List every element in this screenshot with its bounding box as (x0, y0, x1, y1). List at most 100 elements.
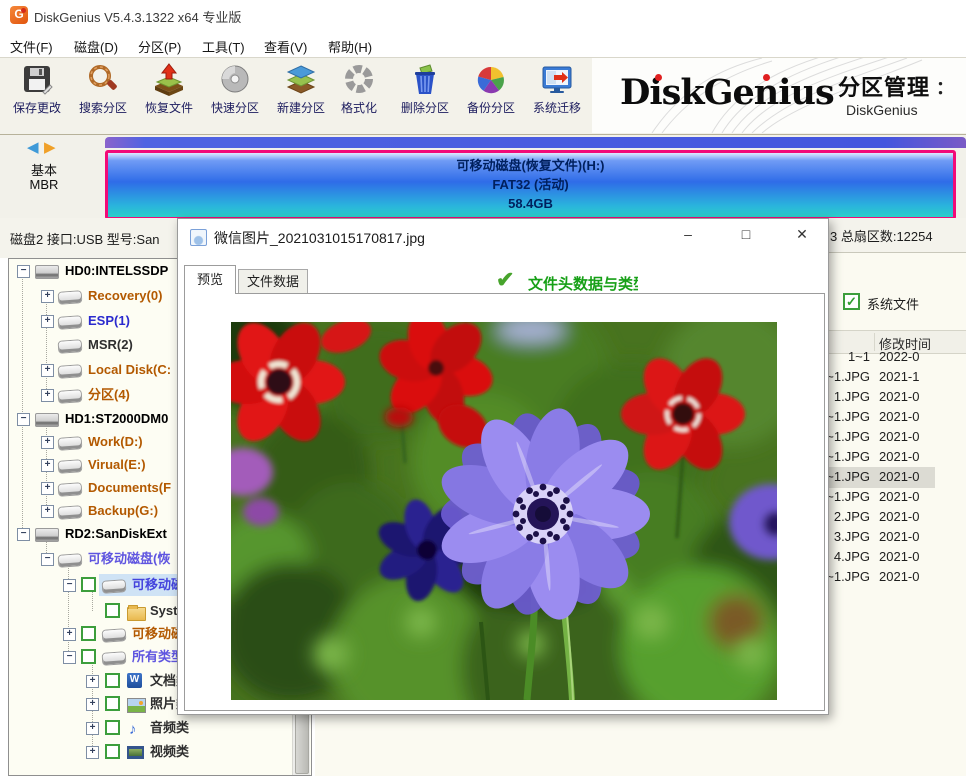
menu-tools[interactable]: 工具(T) (198, 35, 249, 58)
delete-partition-icon (392, 62, 458, 98)
menu-help[interactable]: 帮助(H) (324, 35, 376, 58)
collapse-icon[interactable]: − (63, 579, 76, 592)
tree-checkbox[interactable] (105, 720, 120, 735)
close-button[interactable]: ✕ (779, 219, 825, 251)
maximize-button[interactable]: □ (723, 219, 769, 251)
expand-icon[interactable]: + (86, 675, 99, 688)
next-disk-icon[interactable]: ▶ (44, 138, 56, 156)
expand-icon[interactable]: + (41, 389, 54, 402)
partition-bar[interactable]: 可移动磁盘(恢复文件)(H:) FAT32 (活动) 58.4GB (105, 150, 956, 220)
header-match-text: 文件头数据与类型 (528, 273, 638, 294)
toolbar-label: 恢复文件 (136, 99, 202, 116)
search-partition-button[interactable]: 搜索分区 (70, 62, 136, 132)
system-files-checkbox[interactable]: ✓ (843, 293, 860, 310)
product-tail: ： (936, 74, 954, 100)
quick-partition-button[interactable]: 快速分区 (202, 62, 268, 132)
toolbar-label: 新建分区 (268, 99, 334, 116)
expand-icon[interactable]: + (41, 505, 54, 518)
save-changes-button[interactable]: 保存更改 (4, 62, 70, 132)
partition-fs: FAT32 (活动) (108, 175, 953, 194)
partition-icon (59, 437, 82, 450)
partition-icon (59, 390, 82, 403)
new-partition-button[interactable]: 新建分区 (268, 62, 334, 132)
tab-file-data[interactable]: 文件数据 (238, 269, 308, 294)
expand-icon[interactable]: + (41, 436, 54, 449)
partition-icon (103, 652, 126, 665)
partition-icon (103, 580, 126, 593)
menu-disk[interactable]: 磁盘(D) (70, 35, 122, 58)
collapse-icon[interactable]: − (17, 528, 30, 541)
tree-checkbox[interactable] (105, 673, 120, 688)
disk-map: ◀ ▶ 基本 MBR 可移动磁盘(恢复文件)(H:) FAT32 (活动) 58… (0, 135, 966, 218)
app-icon: G (10, 6, 28, 24)
file-date: 2022-0 (879, 349, 919, 364)
expand-icon[interactable]: + (41, 364, 54, 377)
expand-icon[interactable]: + (86, 746, 99, 759)
film-icon (127, 746, 144, 759)
tree-checkbox[interactable] (81, 577, 96, 592)
file-date: 2021-1 (879, 369, 919, 384)
partition-icon (59, 483, 82, 496)
partition-icon (59, 316, 82, 329)
delete-partition-button[interactable]: 删除分区 (392, 62, 458, 132)
disk-scheme-label: MBR (14, 177, 74, 192)
valid-check-icon: ✔ (496, 267, 514, 293)
menu-bar: 文件(F) 磁盘(D) 分区(P) 工具(T) 查看(V) 帮助(H) (0, 30, 966, 58)
format-button[interactable]: 格式化 (330, 62, 388, 132)
prev-disk-icon[interactable]: ◀ (27, 138, 39, 156)
toolbar-label: 删除分区 (392, 99, 458, 116)
window-title: DiskGenius V5.4.3.1322 x64 专业版 (34, 7, 241, 26)
partition-size: 58.4GB (108, 194, 953, 213)
tree-checkbox[interactable] (105, 603, 120, 618)
menu-partition[interactable]: 分区(P) (134, 35, 185, 58)
partition-icon (59, 340, 82, 353)
expand-icon[interactable]: + (41, 459, 54, 472)
title-bar: G DiskGenius V5.4.3.1322 x64 专业版 (0, 0, 966, 30)
collapse-icon[interactable]: − (17, 265, 30, 278)
partition-icon (59, 506, 82, 519)
expand-icon[interactable]: + (63, 628, 76, 641)
tree-checkbox[interactable] (105, 744, 120, 759)
tree-checkbox[interactable] (105, 696, 120, 711)
expand-icon[interactable]: + (41, 315, 54, 328)
minimize-button[interactable]: – (665, 219, 711, 251)
file-date: 2021-0 (879, 569, 919, 584)
system-migration-icon (524, 62, 590, 98)
tree-line (68, 559, 70, 657)
file-date: 2021-0 (879, 429, 919, 444)
collapse-icon[interactable]: − (63, 651, 76, 664)
tree-checkbox[interactable] (81, 649, 96, 664)
expand-icon[interactable]: + (86, 698, 99, 711)
toolbar-label: 系统迁移 (524, 99, 590, 116)
toolbar-label: 搜索分区 (70, 99, 136, 116)
menu-view[interactable]: 查看(V) (260, 35, 311, 58)
partition-icon (59, 460, 82, 473)
disk-icon (35, 528, 59, 542)
expand-icon[interactable]: + (86, 722, 99, 735)
system-migration-button[interactable]: 系统迁移 (524, 62, 590, 132)
flower-photo (231, 322, 777, 700)
product-name: 分区管理 (838, 70, 930, 102)
column-divider (874, 333, 875, 351)
file-date: 2021-0 (879, 509, 919, 524)
expand-icon[interactable]: + (41, 482, 54, 495)
format-icon (330, 62, 388, 98)
collapse-icon[interactable]: − (17, 413, 30, 426)
recover-files-button[interactable]: 恢复文件 (136, 62, 202, 132)
diskgenius-logo: DiskGenius (620, 72, 834, 113)
partition-icon (59, 291, 82, 304)
file-date: 2021-0 (879, 449, 919, 464)
preview-file-icon (190, 229, 207, 246)
tab-preview[interactable]: 预览 (184, 265, 236, 294)
word-doc-icon (127, 673, 142, 688)
collapse-icon[interactable]: − (41, 553, 54, 566)
file-date: 2021-0 (879, 409, 919, 424)
backup-partition-button[interactable]: 备份分区 (458, 62, 524, 132)
toolbar-label: 备份分区 (458, 99, 524, 116)
preview-dialog: 微信图片_2021031015170817.jpg – □ ✕ 预览 文件数据 … (177, 218, 829, 715)
expand-icon[interactable]: + (41, 290, 54, 303)
menu-file[interactable]: 文件(F) (6, 35, 57, 58)
tree-checkbox[interactable] (81, 626, 96, 641)
sector-count-text: 3 总扇区数:12254 (830, 226, 933, 245)
system-files-label: 系统文件 (867, 294, 919, 313)
